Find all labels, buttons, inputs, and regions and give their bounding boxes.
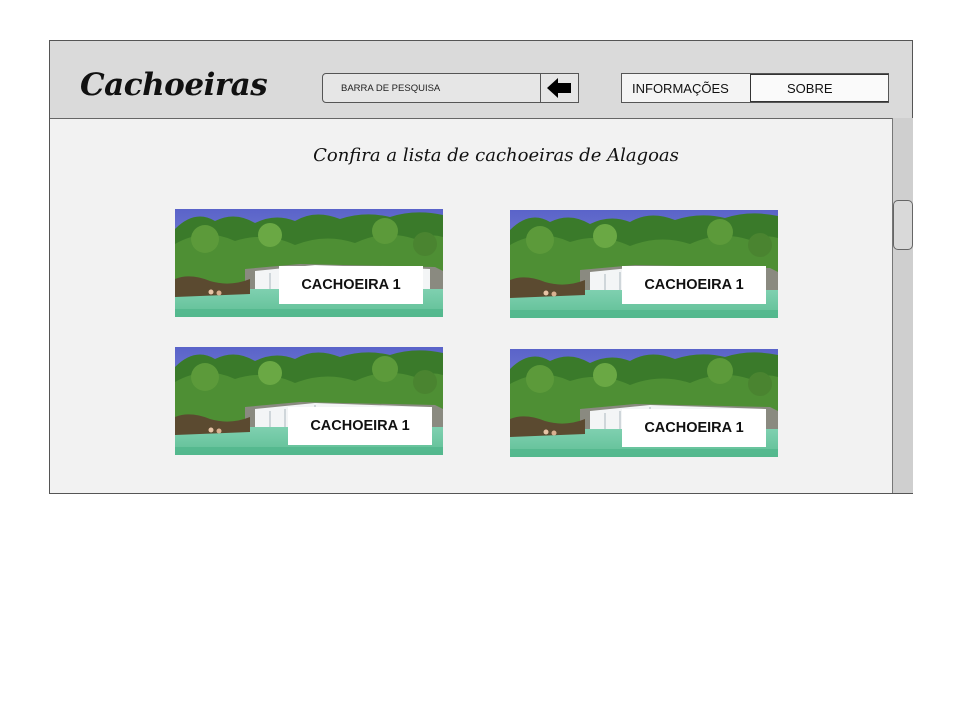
card-label: CACHOEIRA 1 — [288, 407, 432, 445]
waterfall-card[interactable]: CACHOEIRA 1 — [175, 209, 443, 317]
waterfall-card[interactable]: CACHOEIRA 1 — [510, 210, 778, 318]
scrollbar-thumb[interactable] — [893, 200, 913, 250]
waterfall-card[interactable]: CACHOEIRA 1 — [510, 349, 778, 457]
page-title: Confira a lista de cachoeiras de Alagoas — [313, 145, 679, 166]
app-window: Cachoeiras BARRA DE PESQUISA INFORMAÇÕES… — [49, 40, 913, 494]
nav-item-informacoes[interactable]: INFORMAÇÕES — [632, 81, 729, 96]
nav-item-sobre-label: SOBRE — [787, 81, 833, 96]
vertical-scrollbar[interactable] — [892, 118, 913, 493]
nav-menu: INFORMAÇÕES SOBRE — [621, 73, 889, 103]
search-bar[interactable]: BARRA DE PESQUISA — [322, 73, 579, 103]
nav-item-sobre[interactable]: SOBRE — [750, 74, 889, 102]
card-label: CACHOEIRA 1 — [622, 409, 766, 447]
waterfall-card[interactable]: CACHOEIRA 1 — [175, 347, 443, 455]
search-placeholder: BARRA DE PESQUISA — [341, 83, 441, 94]
arrow-left-icon — [546, 78, 571, 98]
card-label: CACHOEIRA 1 — [622, 266, 766, 304]
header: Cachoeiras BARRA DE PESQUISA INFORMAÇÕES… — [50, 41, 912, 119]
search-back-button[interactable] — [540, 73, 579, 103]
logo[interactable]: Cachoeiras — [80, 67, 268, 103]
card-label: CACHOEIRA 1 — [279, 266, 423, 304]
